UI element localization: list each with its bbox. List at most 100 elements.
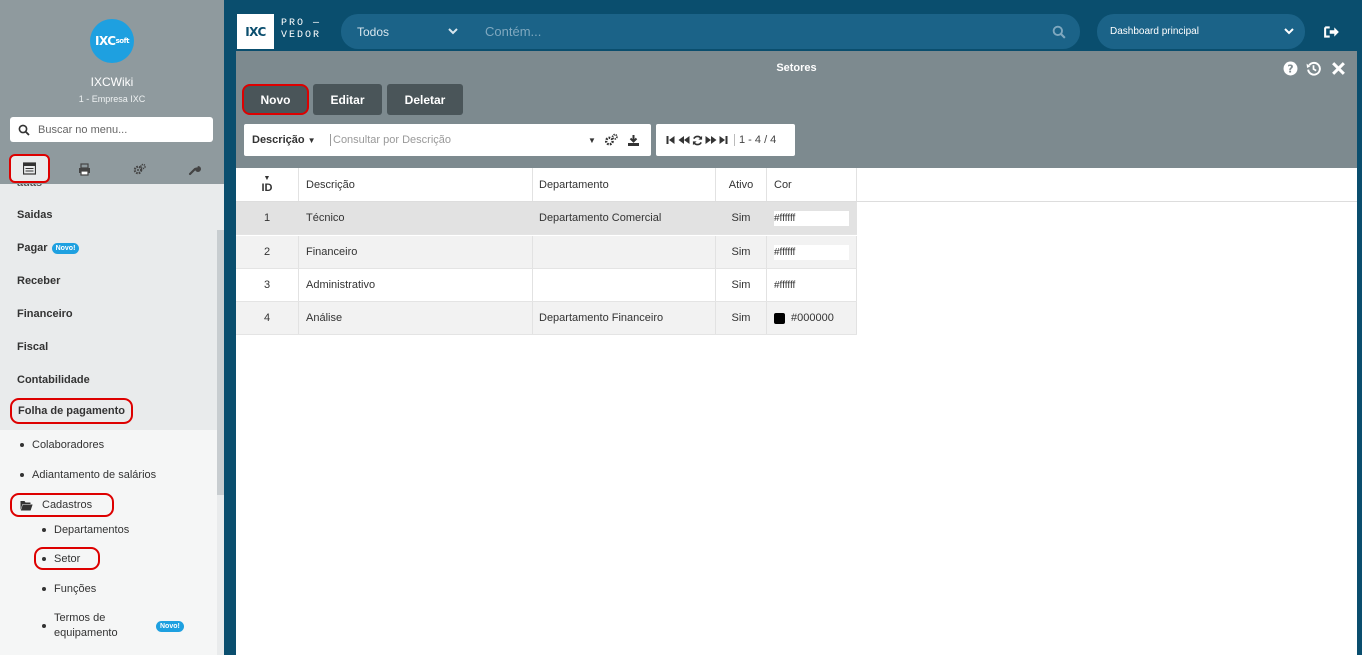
submenu-item-label: Adiantamento de salários bbox=[32, 469, 157, 481]
color-value: #ffffff bbox=[774, 210, 849, 226]
column-header-departamento[interactable]: Departamento bbox=[533, 168, 716, 201]
menu-item-fiscal[interactable]: Fiscal bbox=[17, 341, 48, 353]
delete-button[interactable]: Deletar bbox=[387, 84, 463, 115]
dashboard-select[interactable]: Dashboard principal bbox=[1097, 14, 1305, 49]
brand-subtitle: PRO — VEDOR bbox=[281, 18, 321, 42]
pagination: 1 - 4 / 4 bbox=[656, 124, 795, 156]
submenu-item-departamentos[interactable]: Departamentos bbox=[42, 524, 129, 536]
bullet bbox=[42, 557, 46, 562]
window-header: Setores ? Novo Editar Deletar Descrição … bbox=[236, 51, 1357, 168]
filter-operator-caret-icon[interactable]: ▼ bbox=[588, 136, 596, 145]
search-scope-select[interactable]: Todos bbox=[341, 14, 467, 49]
submenu-item-label: Colaboradores bbox=[32, 439, 105, 451]
table-row[interactable]: 2 Financeiro Sim #ffffff bbox=[236, 236, 857, 269]
cell-descricao: Administrativo bbox=[299, 269, 533, 301]
new-badge: Novo! bbox=[51, 242, 80, 254]
menu-item-financeiro[interactable]: Financeiro bbox=[17, 308, 73, 320]
bullet bbox=[42, 587, 46, 592]
company-logo[interactable]: IXC soft bbox=[90, 19, 134, 63]
search-icon[interactable] bbox=[1052, 25, 1066, 39]
submenu-item-colaboradores[interactable]: Colaboradores bbox=[20, 439, 104, 451]
submenu-item-termos[interactable]: Termos de equipamento Novo! bbox=[42, 611, 192, 641]
cell-id: 2 bbox=[236, 236, 299, 268]
cell-id: 4 bbox=[236, 302, 299, 334]
bullet bbox=[20, 473, 24, 478]
submenu-folder-cadastros[interactable]: Cadastros bbox=[10, 493, 115, 517]
column-header-descricao[interactable]: Descrição bbox=[299, 168, 533, 201]
first-page-icon[interactable] bbox=[666, 135, 675, 145]
global-search[interactable] bbox=[467, 14, 1080, 49]
download-icon[interactable] bbox=[627, 134, 640, 147]
company-name: 1 - Empresa IXC bbox=[78, 94, 146, 104]
column-header-label: ID bbox=[261, 182, 273, 194]
column-header-cor[interactable]: Cor bbox=[767, 168, 857, 201]
prev-page-icon[interactable] bbox=[678, 135, 690, 145]
sidebar-scrollbar[interactable] bbox=[217, 230, 224, 495]
next-page-icon[interactable] bbox=[705, 135, 717, 145]
submenu-item-setor[interactable]: Setor bbox=[34, 547, 101, 570]
color-value: #ffffff bbox=[774, 244, 849, 260]
list-icon bbox=[23, 162, 36, 175]
brand-logo[interactable]: IXC bbox=[237, 14, 274, 49]
history-icon[interactable] bbox=[1306, 61, 1321, 76]
menu-item-partial[interactable]: adas bbox=[17, 184, 42, 189]
help-icon[interactable]: ? bbox=[1283, 61, 1298, 76]
color-value: #000000 bbox=[791, 312, 834, 324]
topbar: IXC PRO —VEDOR Todos Dashboard principal bbox=[224, 0, 1362, 51]
sidebar: IXCsoft IXCWiki 1 - Empresa IXC adas Sai… bbox=[0, 0, 224, 655]
print-icon bbox=[78, 162, 90, 176]
logout-icon[interactable] bbox=[1324, 24, 1340, 40]
submenu-folder-label: Cadastros bbox=[42, 499, 93, 511]
close-icon[interactable] bbox=[1331, 61, 1346, 76]
dashboard-select-value: Dashboard principal bbox=[1110, 26, 1199, 37]
submenu-item-funcoes[interactable]: Funções bbox=[42, 583, 96, 595]
search-icon bbox=[18, 124, 30, 136]
gears-icon[interactable] bbox=[604, 133, 618, 147]
edit-button[interactable]: Editar bbox=[313, 84, 382, 115]
cell-cor: #ffffff bbox=[767, 269, 857, 301]
menu-search[interactable] bbox=[10, 117, 213, 142]
cell-id: 3 bbox=[236, 269, 299, 301]
menu-item-receber[interactable]: Receber bbox=[17, 275, 60, 287]
cell-departamento bbox=[533, 269, 716, 301]
filter-field-select[interactable]: Descrição ▼ bbox=[244, 134, 330, 146]
bullet bbox=[42, 528, 46, 533]
tab-tools[interactable] bbox=[174, 155, 214, 183]
table-row[interactable]: 1 Técnico Departamento Comercial Sim #ff… bbox=[236, 202, 857, 235]
column-header-id[interactable]: ▼ ID bbox=[236, 168, 299, 201]
filter-field-value: Descrição bbox=[252, 134, 305, 146]
window-right-scrollbar[interactable] bbox=[1357, 51, 1362, 655]
sort-desc-icon: ▼ bbox=[263, 175, 271, 182]
brand-subtitle-line-1: PRO — bbox=[281, 18, 322, 29]
column-header-ativo[interactable]: Ativo bbox=[716, 168, 767, 201]
filter-input[interactable] bbox=[330, 134, 585, 146]
refresh-icon[interactable] bbox=[692, 135, 703, 146]
submenu-item-adiantamento[interactable]: Adiantamento de salários bbox=[20, 469, 156, 481]
last-page-icon[interactable] bbox=[719, 135, 728, 145]
app-name: IXCWiki bbox=[90, 75, 134, 89]
tab-settings[interactable] bbox=[119, 155, 159, 183]
chevron-down-icon bbox=[448, 28, 458, 35]
sidebar-header: IXC soft IXCWiki 1 - Empresa IXC bbox=[0, 0, 224, 184]
table-header: ▼ ID Descrição Departamento Ativo Cor bbox=[236, 168, 1357, 202]
tab-menu-list[interactable] bbox=[9, 154, 50, 183]
pagination-info: 1 - 4 / 4 bbox=[734, 134, 776, 146]
submenu-item-label: Funções bbox=[54, 583, 97, 595]
sidebar-menu: adas Saidas PagarNovo! Receber Financeir… bbox=[0, 184, 217, 655]
menu-item-saidas[interactable]: Saidas bbox=[17, 209, 52, 221]
bullet bbox=[42, 624, 46, 628]
menu-item-contabilidade[interactable]: Contabilidade bbox=[17, 374, 90, 386]
gears-icon bbox=[133, 163, 146, 174]
global-search-input[interactable] bbox=[485, 24, 1025, 39]
menu-item-pagar[interactable]: Pagar Novo! bbox=[17, 242, 80, 254]
menu-item-folha-pagamento[interactable]: Folha de pagamento bbox=[10, 398, 133, 424]
menu-search-input[interactable] bbox=[38, 123, 208, 136]
table-row[interactable]: 3 Administrativo Sim #ffffff bbox=[236, 269, 857, 302]
table-row[interactable]: 4 Análise Departamento Financeiro Sim #0… bbox=[236, 302, 857, 335]
bullet bbox=[20, 443, 24, 448]
new-button[interactable]: Novo bbox=[242, 84, 309, 115]
submenu-item-label: Departamentos bbox=[54, 524, 130, 536]
cell-departamento: Departamento Financeiro bbox=[533, 302, 716, 334]
cell-cor: #ffffff bbox=[767, 202, 857, 234]
tab-print[interactable] bbox=[64, 155, 104, 183]
